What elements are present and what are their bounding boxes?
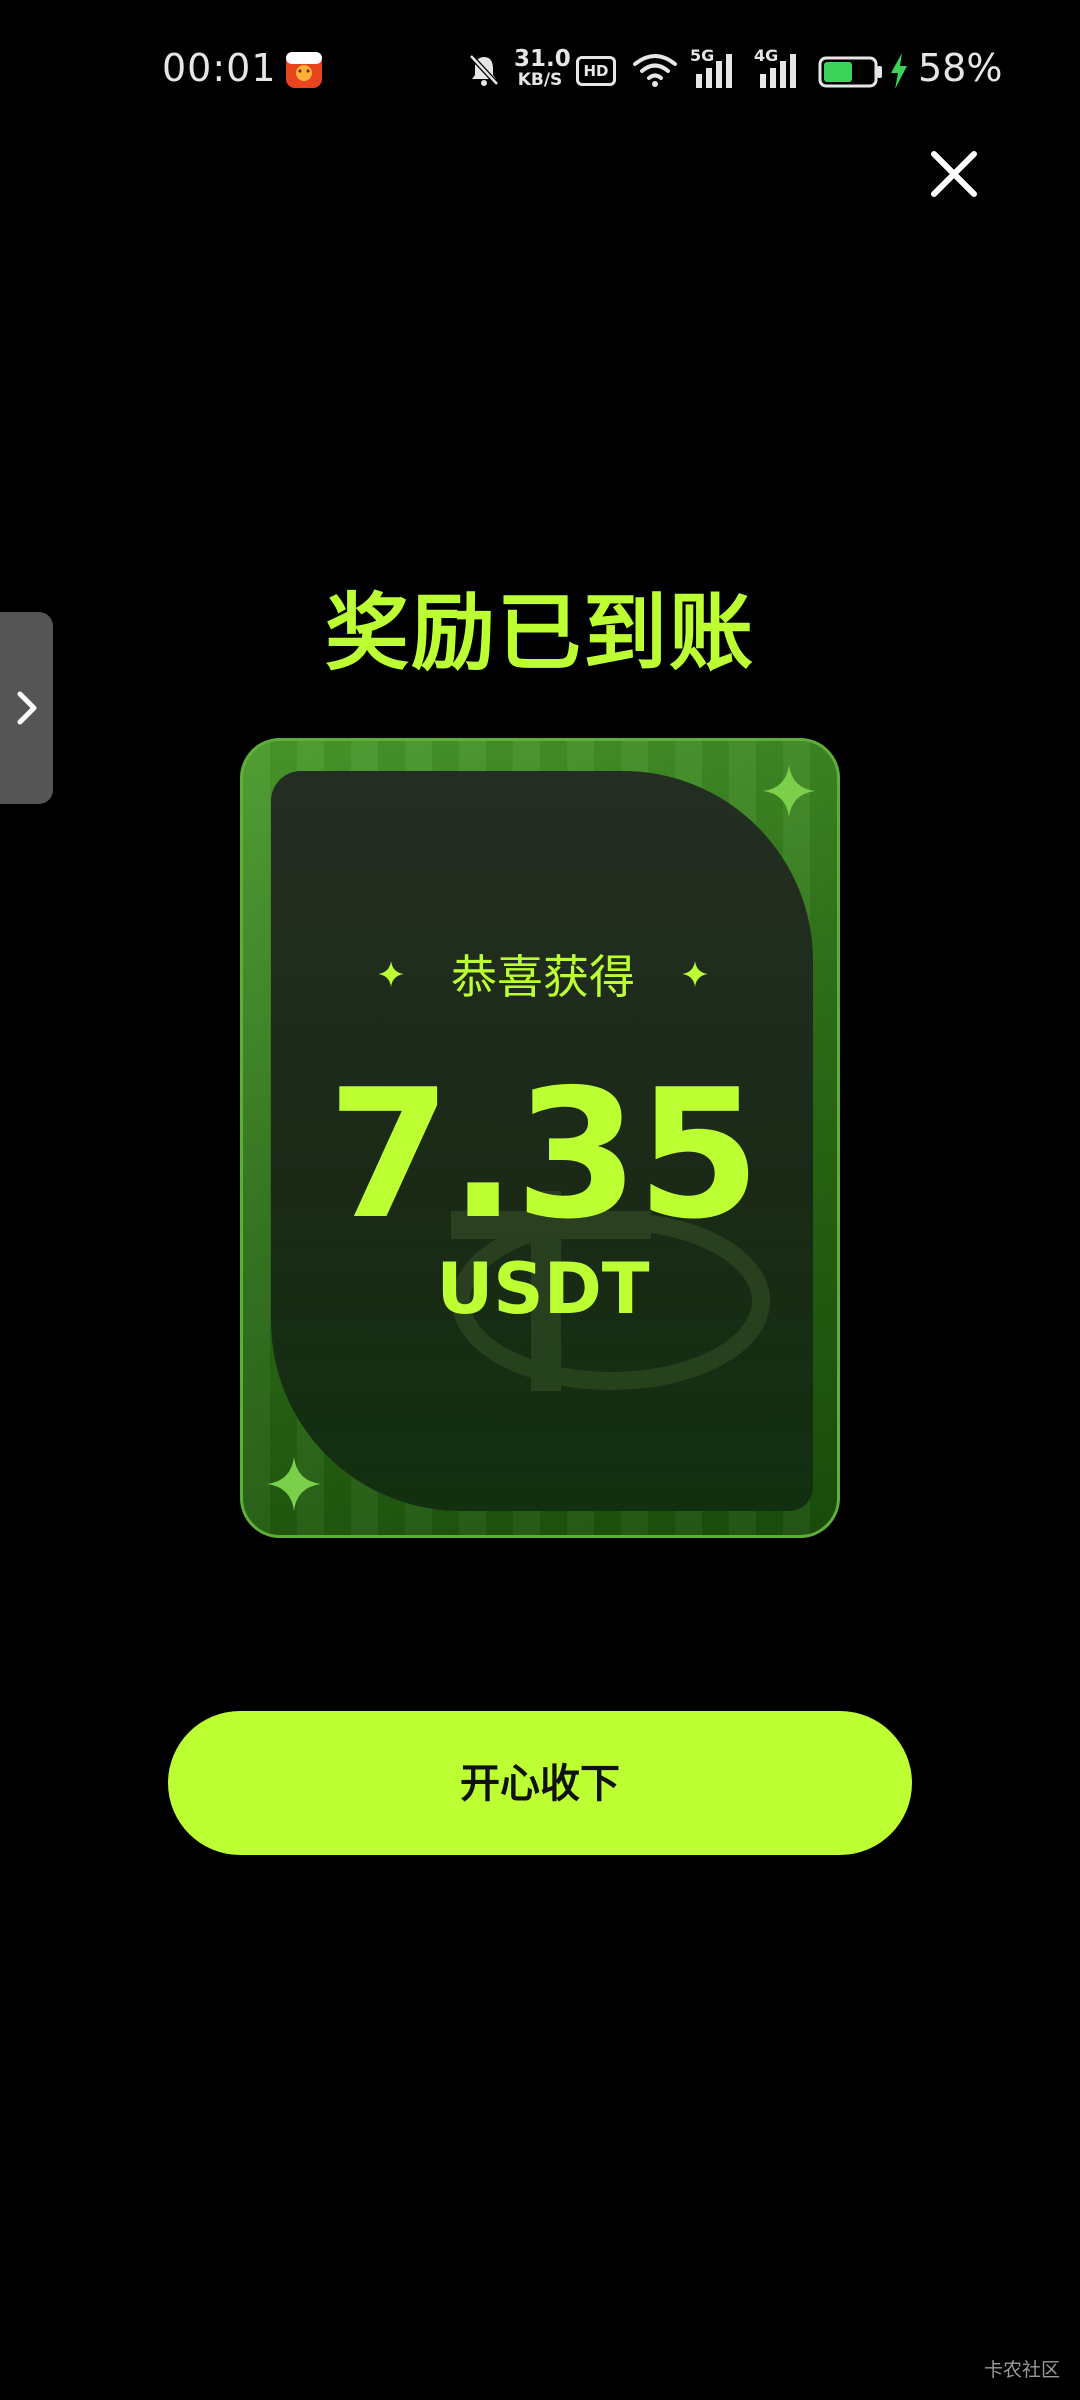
signal-4g-icon: 4G bbox=[754, 46, 806, 90]
reward-title: 奖励已到账 bbox=[324, 584, 755, 682]
reward-card: 恭喜获得 7.35 USDT bbox=[240, 738, 840, 1538]
network-speed: 31.0 KB/S bbox=[514, 46, 571, 90]
congrats-text: 恭喜获得 bbox=[451, 950, 635, 1004]
battery-icon bbox=[818, 56, 882, 88]
chevron-right-icon bbox=[17, 691, 37, 725]
muted-bell-icon bbox=[469, 54, 499, 86]
reward-dialog-screen: 00:01 31.0 KB/S HD 5G 4G 58% 奖励已到账 恭喜获得 … bbox=[0, 0, 1080, 2400]
charging-bolt-icon bbox=[891, 53, 907, 89]
star-left-icon bbox=[377, 961, 404, 987]
reward-amount: 7.35 bbox=[327, 1051, 760, 1258]
close-icon[interactable] bbox=[925, 145, 983, 203]
signal-5g-icon: 5G bbox=[690, 46, 742, 90]
battery-percent: 58% bbox=[918, 46, 1003, 90]
sparkle-icon bbox=[763, 765, 815, 817]
star-right-icon bbox=[682, 961, 709, 987]
wifi-icon bbox=[633, 54, 677, 87]
network-speed-unit: KB/S bbox=[517, 70, 563, 90]
reward-currency: USDT bbox=[436, 1248, 650, 1330]
network-speed-value: 31.0 bbox=[514, 46, 571, 72]
site-watermark: 卡农社区 bbox=[983, 2359, 1060, 2381]
accept-reward-button[interactable]: 开心收下 bbox=[168, 1711, 912, 1855]
hd-icon: HD bbox=[576, 56, 616, 86]
sparkle-icon bbox=[267, 1457, 321, 1511]
status-bar: 00:01 31.0 KB/S HD 5G 4G 58% bbox=[0, 0, 1080, 144]
app-notification-icon bbox=[286, 52, 322, 88]
status-time: 00:01 bbox=[162, 46, 277, 90]
congrats-row: 恭喜获得 bbox=[243, 941, 837, 1004]
